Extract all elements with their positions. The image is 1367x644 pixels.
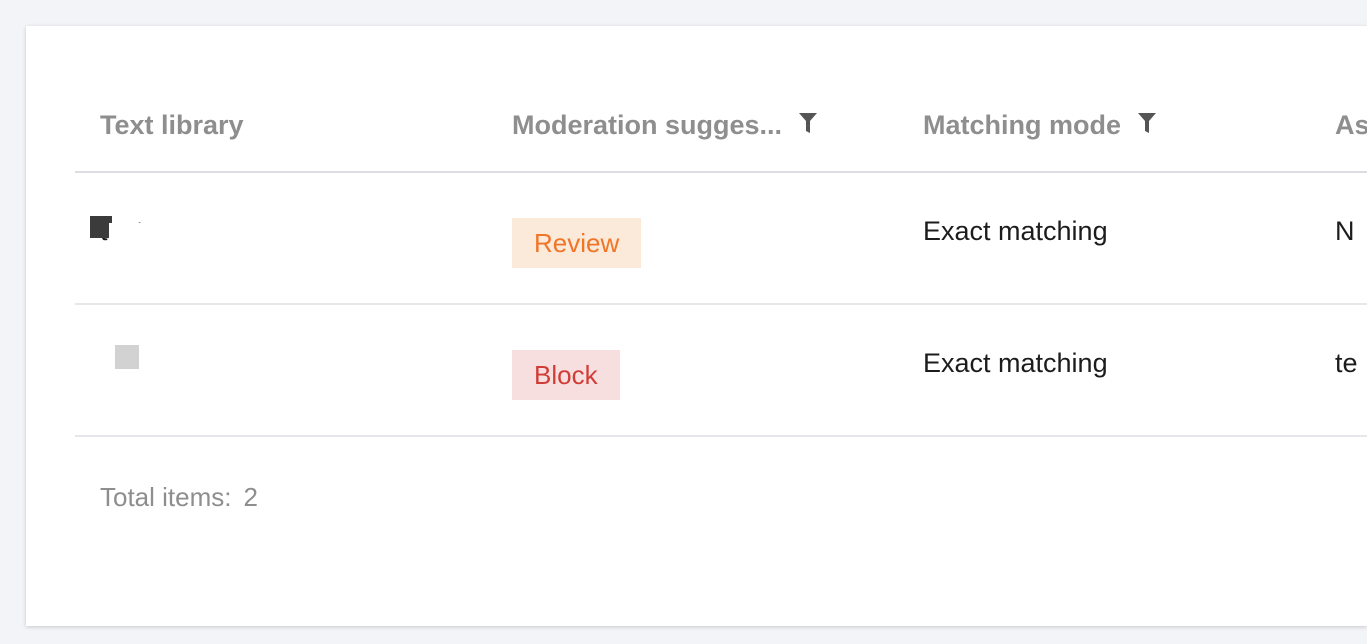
total-items-count: 2 [243,482,258,512]
column-header-associated: As [1335,110,1367,141]
column-header-label: Text library [100,110,244,140]
matching-mode-cell: Exact matching [923,348,1108,378]
suggestion-tag: Block [512,350,620,400]
associated-cell: te [1335,348,1358,378]
associated-cell: N [1335,216,1355,246]
table-row[interactable]: te Block Exact matching te [75,305,1367,437]
total-items-label: Total items: [100,482,232,512]
table-footer: Total items: 2 [100,482,258,513]
redaction-block [109,223,159,243]
column-header-text-library: Text library [100,110,244,141]
table-header: Text library Moderation sugges... Matchi… [75,86,1367,173]
column-header-moderation-suggestion[interactable]: Moderation sugges... [512,110,818,141]
table-row[interactable]: test Review Exact matching N [75,173,1367,305]
redaction-block [115,345,139,369]
column-header-label: Matching mode [923,110,1122,140]
column-header-matching-mode[interactable]: Matching mode [923,110,1157,141]
column-header-label: Moderation sugges... [512,110,783,140]
filter-icon[interactable] [798,112,818,134]
matching-mode-cell: Exact matching [923,216,1108,246]
suggestion-tag: Review [512,218,642,268]
filter-icon[interactable] [1137,112,1157,134]
library-table: Text library Moderation sugges... Matchi… [75,86,1367,437]
column-header-label: As [1335,110,1367,140]
text-library-card: Text library Moderation sugges... Matchi… [26,26,1367,626]
